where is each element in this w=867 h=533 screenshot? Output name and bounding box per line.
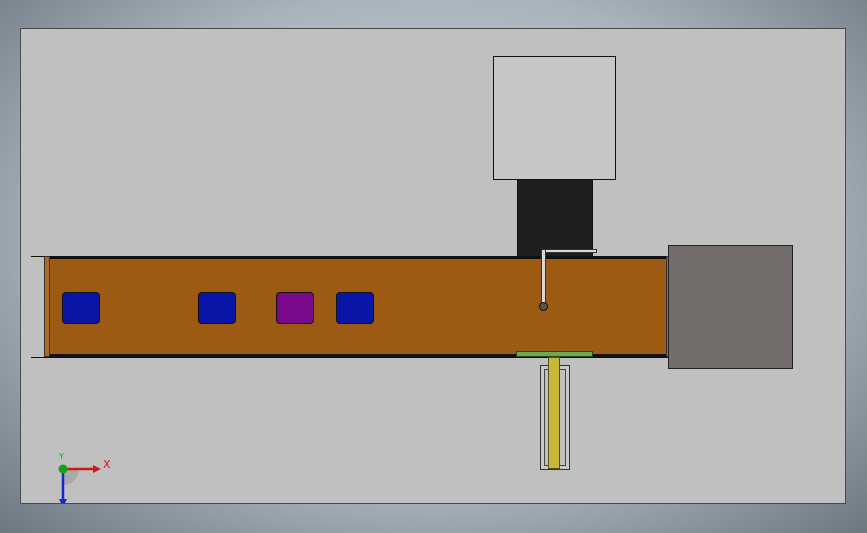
sensor-bar — [541, 249, 597, 253]
box-1[interactable] — [62, 292, 100, 324]
cad-viewport[interactable]: X Y Z — [20, 28, 846, 504]
pusher-rod[interactable] — [548, 357, 560, 469]
feed-chute — [517, 179, 593, 257]
left-roller — [44, 256, 50, 357]
pusher-plate — [516, 351, 593, 357]
sensor-pivot — [539, 302, 548, 311]
box-4[interactable] — [336, 292, 374, 324]
axis-triad: X Y Z — [53, 452, 113, 503]
box-2[interactable] — [198, 292, 236, 324]
sensor-arm[interactable] — [541, 249, 546, 304]
output-bin — [668, 245, 793, 369]
y-axis-label: Y — [59, 452, 64, 461]
belt-bottom-rail — [31, 357, 688, 358]
box-3[interactable] — [276, 292, 314, 324]
x-axis-label: X — [103, 458, 111, 471]
hopper — [493, 56, 616, 180]
